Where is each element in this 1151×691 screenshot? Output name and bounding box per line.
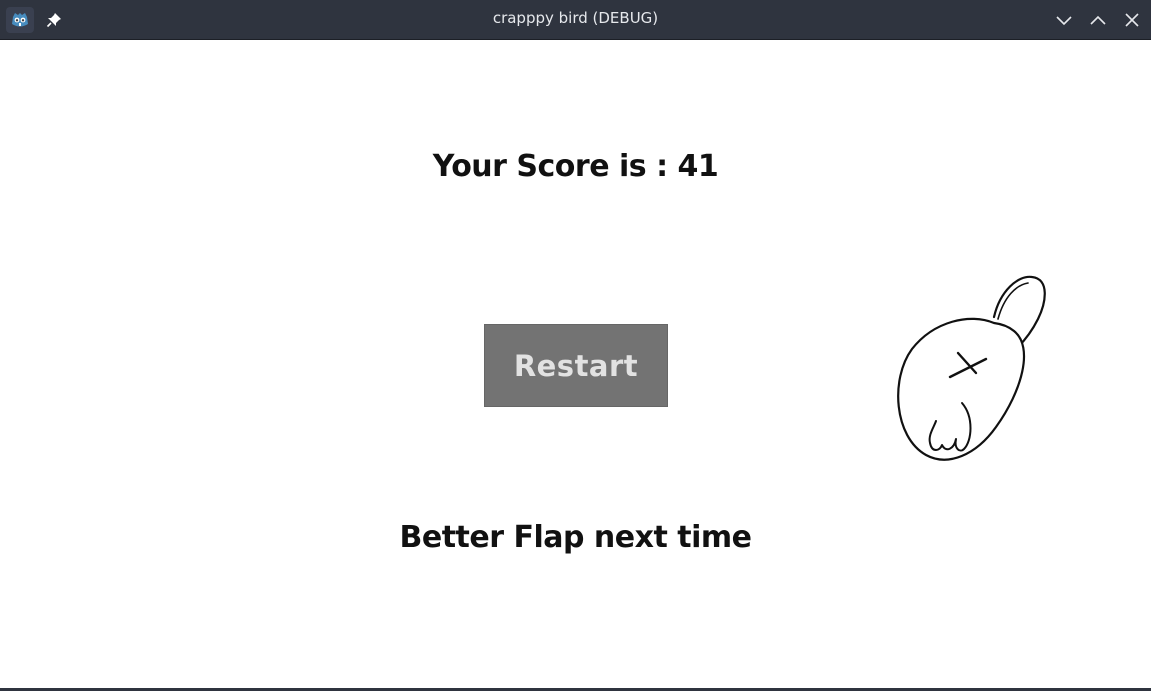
- godot-engine-icon[interactable]: [6, 7, 34, 33]
- dead-bird-sprite: [897, 275, 1046, 461]
- close-icon: [1125, 13, 1139, 27]
- chevron-down-icon: [1056, 16, 1072, 26]
- restart-button[interactable]: Restart: [484, 324, 668, 407]
- game-window: crapppy bird (DEBUG) Your Score is : 41 …: [0, 0, 1151, 691]
- pin-icon[interactable]: [44, 10, 64, 30]
- chevron-up-icon: [1090, 15, 1106, 25]
- game-viewport: Your Score is : 41 Restart Better Flap n…: [0, 41, 1151, 688]
- window-title: crapppy bird (DEBUG): [492, 9, 659, 27]
- score-label: Your Score is : 41: [432, 149, 719, 184]
- game-over-message: Better Flap next time: [399, 520, 753, 555]
- close-button[interactable]: [1122, 10, 1142, 30]
- title-bar: crapppy bird (DEBUG): [0, 0, 1151, 40]
- maximize-button[interactable]: [1088, 10, 1108, 30]
- minimize-button[interactable]: [1054, 10, 1074, 30]
